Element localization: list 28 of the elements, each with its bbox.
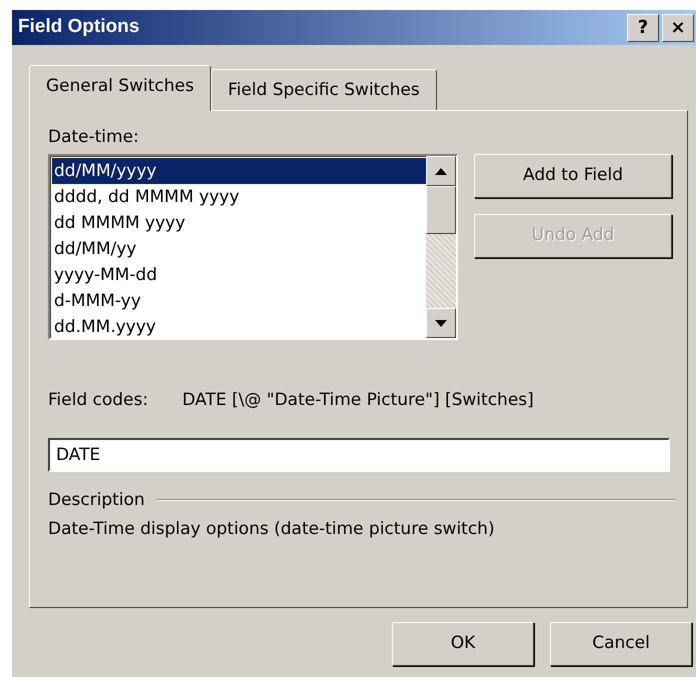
list-item[interactable]: dd.MM.yyyy <box>52 314 426 338</box>
scrollbar[interactable] <box>426 156 456 338</box>
description-heading: Description <box>48 488 145 512</box>
tab[interactable]: Field Specific Switches <box>210 69 437 110</box>
scroll-thumb[interactable] <box>426 186 456 234</box>
description-text: Date-Time display options (date-time picture switch) <box>48 518 496 541</box>
add-to-field-button[interactable]: Add to Field <box>474 154 672 198</box>
up-arrow-icon <box>435 168 447 174</box>
date-format-list[interactable]: dd/MM/yyyy dddd, dd MMMM yyyy dd MMMM yyyy dd/MM/yy yyyy-MM-dd d-MMM-yy dd.MM.yyyy <box>48 154 458 340</box>
list-item[interactable]: yyyy-MM-dd <box>52 262 426 288</box>
down-arrow-icon <box>435 320 447 326</box>
scroll-down-button[interactable] <box>426 308 456 338</box>
help-button[interactable]: ? <box>627 14 659 42</box>
scroll-up-button[interactable] <box>426 156 456 186</box>
date-time-label: Date-time: <box>48 126 140 148</box>
list-item[interactable]: dddd, dd MMMM yyyy <box>52 184 426 210</box>
list-item[interactable]: dd/MM/yyyy <box>52 158 426 184</box>
field-codes-label: Field codes: <box>48 389 148 412</box>
list-item[interactable]: dd/MM/yy <box>52 236 426 262</box>
list-item[interactable]: dd MMMM yyyy <box>52 210 426 236</box>
ok-button[interactable]: OK <box>392 622 534 666</box>
list-item[interactable]: d-MMM-yy <box>52 288 426 314</box>
tab[interactable]: General Switches <box>29 65 211 110</box>
cancel-button[interactable]: Cancel <box>550 622 692 666</box>
close-button[interactable]: × <box>662 14 694 42</box>
field-code-input[interactable]: DATE <box>48 438 670 472</box>
field-codes-syntax: DATE [\@ "Date-Time Picture"] [Switches] <box>182 389 534 412</box>
window-title: Field Options <box>18 15 140 40</box>
